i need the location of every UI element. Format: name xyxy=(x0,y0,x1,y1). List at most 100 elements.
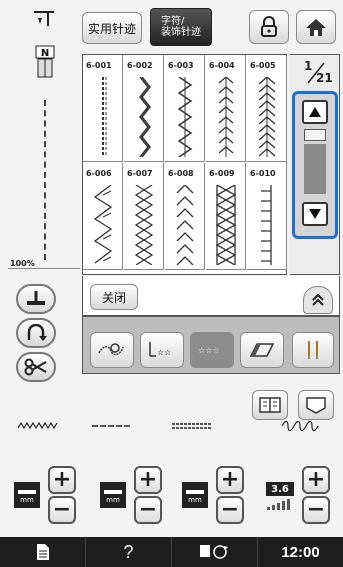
stitch-code: 6-008 xyxy=(168,169,194,178)
utility-stitch-button[interactable]: 实用针迹 xyxy=(82,12,142,44)
pattern-mirror-button[interactable]: ☆☆ xyxy=(140,332,184,368)
loop-sample-icon xyxy=(282,420,319,432)
document-icon xyxy=(36,544,49,560)
scroll-track[interactable] xyxy=(304,144,326,194)
svg-text:mm: mm xyxy=(188,496,202,503)
clock: 12:00 xyxy=(258,537,343,567)
thread-tie-button[interactable] xyxy=(90,332,134,368)
svg-text:mm: mm xyxy=(106,496,120,503)
stitch-pattern xyxy=(258,77,276,157)
chevron-up-double-icon xyxy=(312,294,324,306)
density-minus-button[interactable]: − xyxy=(302,496,330,524)
thread-tie-icon xyxy=(98,343,124,356)
tension-plus-button[interactable]: + xyxy=(216,466,244,494)
reverse-stitch-button[interactable] xyxy=(16,318,56,348)
stitch-pattern xyxy=(134,185,154,265)
tension-minus-button[interactable]: − xyxy=(216,496,244,524)
stitch-pattern xyxy=(176,185,194,265)
stitch-preview-line xyxy=(44,100,46,260)
stitch-cell[interactable]: 6-004 xyxy=(206,55,246,162)
svg-text:mm: mm xyxy=(20,496,34,503)
stitch-code: 6-005 xyxy=(250,61,276,70)
stitch-code: 6-007 xyxy=(127,169,153,178)
density-value: 3.6 xyxy=(271,483,289,495)
page-scroll-panel: 1 21 xyxy=(290,54,340,275)
help-button[interactable]: ? xyxy=(86,537,172,567)
stitch-pattern xyxy=(261,185,272,265)
manual-button[interactable] xyxy=(252,390,288,420)
svg-text:☆☆: ☆☆ xyxy=(157,348,171,357)
close-label: 关闭 xyxy=(101,290,126,305)
utility-stitch-label: 实用针迹 xyxy=(87,21,136,36)
home-button[interactable] xyxy=(296,10,336,44)
stitch-cell[interactable]: 6-001 xyxy=(83,55,123,162)
density-plus-button[interactable]: + xyxy=(302,466,330,494)
zoom-level: 100% xyxy=(10,259,35,268)
scroll-up-button[interactable] xyxy=(302,100,328,124)
tension-control: mm + − xyxy=(176,460,248,530)
stitch-cell[interactable]: 6-010 xyxy=(247,163,287,270)
stitch-code: 6-010 xyxy=(250,169,276,178)
speed-icon xyxy=(199,545,228,559)
density-value-box: 3.6 xyxy=(266,482,294,496)
arrow-up-icon xyxy=(309,107,321,117)
density-bars-icon xyxy=(267,499,290,510)
eraser-icon xyxy=(249,343,275,357)
preview-frame-line xyxy=(8,268,80,269)
length-minus-button[interactable]: − xyxy=(134,496,162,524)
stitch-cell[interactable]: 6-007 xyxy=(124,163,164,270)
expand-button[interactable] xyxy=(303,286,333,314)
stitch-pattern xyxy=(215,185,237,265)
stitch-cell[interactable]: 6-006 xyxy=(83,163,123,270)
stitch-code: 6-001 xyxy=(86,61,112,70)
stitch-pattern xyxy=(139,77,151,157)
width-control: mm + − xyxy=(8,460,80,530)
home-icon xyxy=(306,19,326,36)
document-button[interactable] xyxy=(0,537,86,567)
scroll-control xyxy=(292,91,338,239)
density-control: 3.6 + − xyxy=(262,460,334,530)
stitch-pattern xyxy=(102,77,107,157)
stitch-code: 6-006 xyxy=(86,169,112,178)
stitch-pattern xyxy=(218,77,234,157)
stitch-code: 6-009 xyxy=(209,169,235,178)
page-indicator: 1 21 xyxy=(298,59,334,87)
page-total: 21 xyxy=(316,71,333,85)
width-minus-button[interactable]: − xyxy=(48,496,76,524)
mirror-icon: ☆☆ xyxy=(149,342,171,357)
presser-foot-button[interactable] xyxy=(16,284,56,314)
repeat-icon: ☆☆☆ xyxy=(198,346,220,355)
stitch-pattern xyxy=(177,77,193,157)
char-deco-stitch-button[interactable]: 字符/ 装饰针迹 xyxy=(150,8,212,46)
width-plus-button[interactable]: + xyxy=(48,466,76,494)
satin-sample-icon xyxy=(172,423,212,429)
clock-time: 12:00 xyxy=(281,543,320,561)
stitch-cell[interactable]: 6-009 xyxy=(206,163,246,270)
stitch-cell[interactable]: 6-008 xyxy=(165,163,205,270)
svg-text:N: N xyxy=(41,48,49,59)
stitch-cell[interactable]: 6-002 xyxy=(124,55,164,162)
status-bar: ? 12:00 xyxy=(0,537,343,567)
length-icon: mm xyxy=(100,482,126,508)
presser-foot-icon xyxy=(27,291,45,305)
scroll-down-button[interactable] xyxy=(302,202,328,226)
lock-button[interactable] xyxy=(249,10,289,44)
stitch-cell[interactable]: 6-005 xyxy=(247,55,287,162)
speed-control-button[interactable] xyxy=(172,537,258,567)
thread-cut-button[interactable] xyxy=(16,352,56,382)
tension-icon: mm xyxy=(182,482,208,508)
pattern-repeat-button[interactable]: ☆☆☆ xyxy=(190,332,234,368)
presser-foot-indicator: N xyxy=(33,45,57,79)
scroll-thumb[interactable] xyxy=(304,129,326,141)
length-control: mm + − xyxy=(94,460,166,530)
twin-needle-button[interactable] xyxy=(292,332,334,368)
pocket-button[interactable] xyxy=(298,390,334,420)
length-plus-button[interactable]: + xyxy=(134,466,162,494)
stitch-code: 6-002 xyxy=(127,61,153,70)
stitch-cell[interactable]: 6-003 xyxy=(165,55,205,162)
eraser-button[interactable] xyxy=(240,332,284,368)
twin-needle-icon xyxy=(308,341,318,359)
close-button[interactable]: 关闭 xyxy=(90,284,138,310)
svg-text:☆☆☆: ☆☆☆ xyxy=(198,346,220,355)
char-deco-label: 字符/ 装饰针迹 xyxy=(161,16,201,38)
